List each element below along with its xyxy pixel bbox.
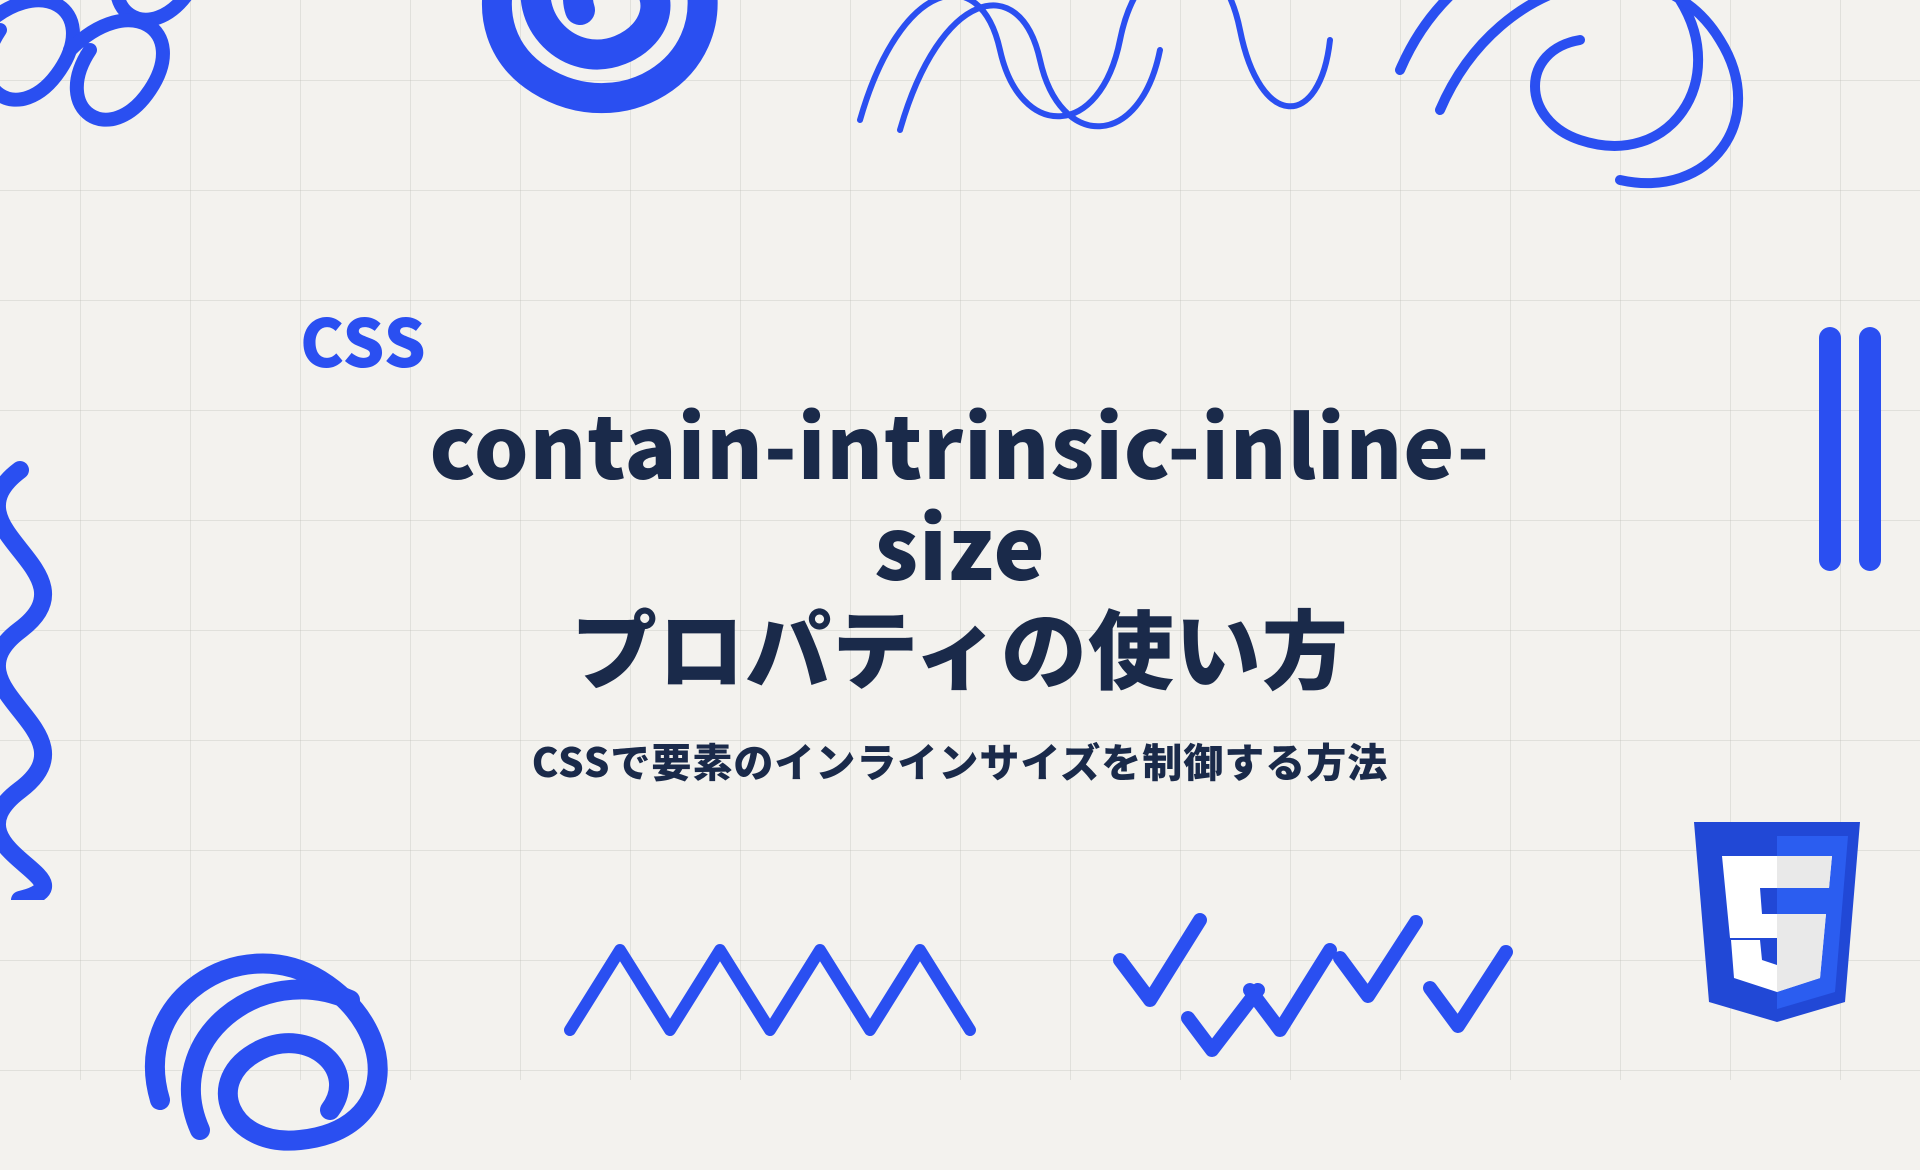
kicker-label: CSS (300, 291, 1660, 387)
css3-logo-icon (1682, 822, 1872, 1036)
page-subtitle: CSSで要素のインラインサイズを制御する方法 (260, 731, 1660, 789)
title-line-3: プロパティの使い方 (571, 582, 1349, 707)
page-title: contain-intrinsic-inline- size プロパティの使い方 (260, 391, 1660, 695)
content-block: CSS contain-intrinsic-inline- size プロパティ… (260, 291, 1660, 789)
